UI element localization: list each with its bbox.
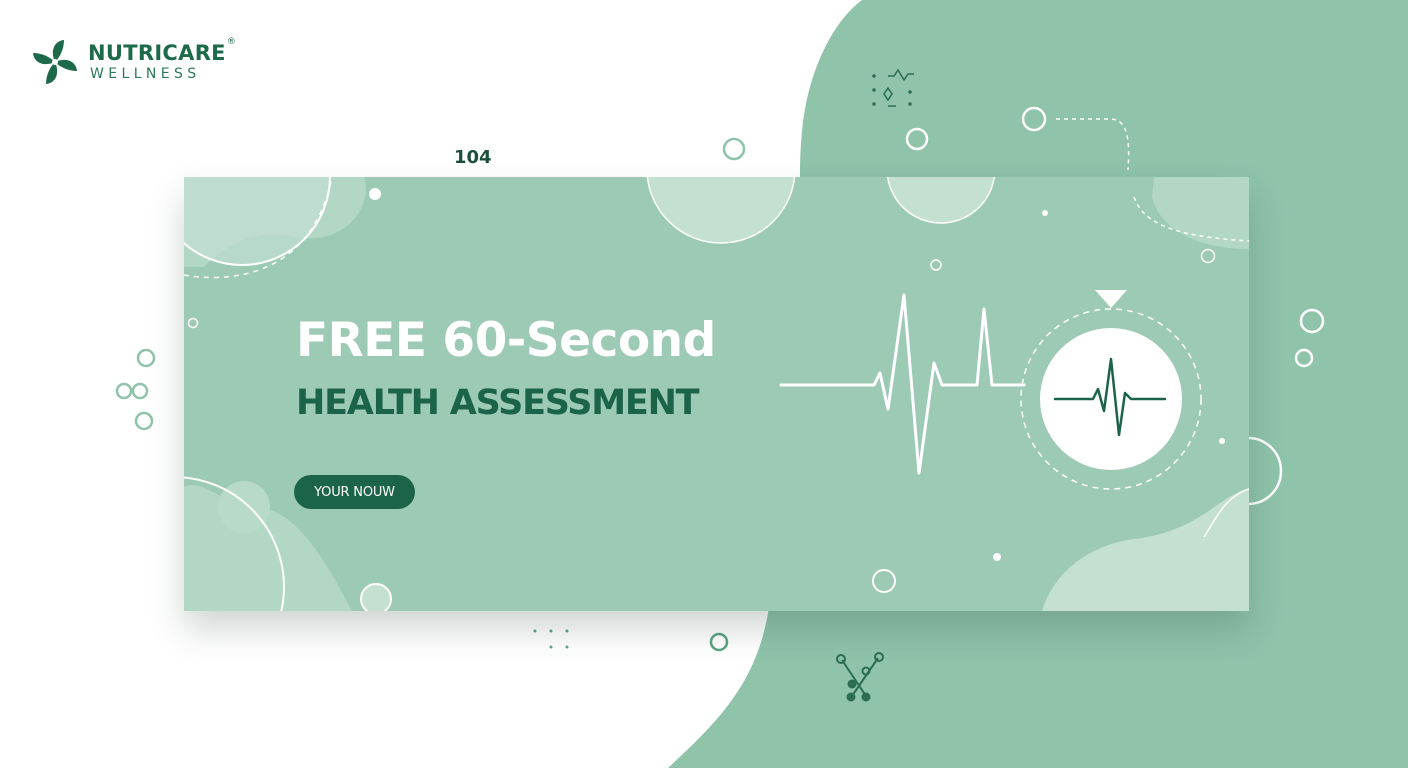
assessment-banner-page: NUTRICARE® WELLNESS 104 FREE 60-Second H… <box>0 0 1408 768</box>
brand-tagline: WELLNESS <box>90 66 201 82</box>
pinwheel-leaf-icon <box>33 40 77 84</box>
cta-button[interactable]: YOUR NOUW <box>294 475 415 509</box>
page-number: 104 <box>454 147 492 168</box>
assessment-banner: FREE 60-Second HEALTH ASSESSMENT YOUR NO… <box>184 177 1249 611</box>
brand-text: NUTRICARE® WELLNESS <box>88 37 237 82</box>
brand-name: NUTRICARE® <box>88 37 237 65</box>
banner-subheadline: HEALTH ASSESSMENT <box>296 383 700 423</box>
registered-mark: ® <box>226 37 237 47</box>
brand-logo[interactable]: NUTRICARE® WELLNESS <box>30 37 236 87</box>
banner-headline: FREE 60-Second <box>296 313 716 368</box>
